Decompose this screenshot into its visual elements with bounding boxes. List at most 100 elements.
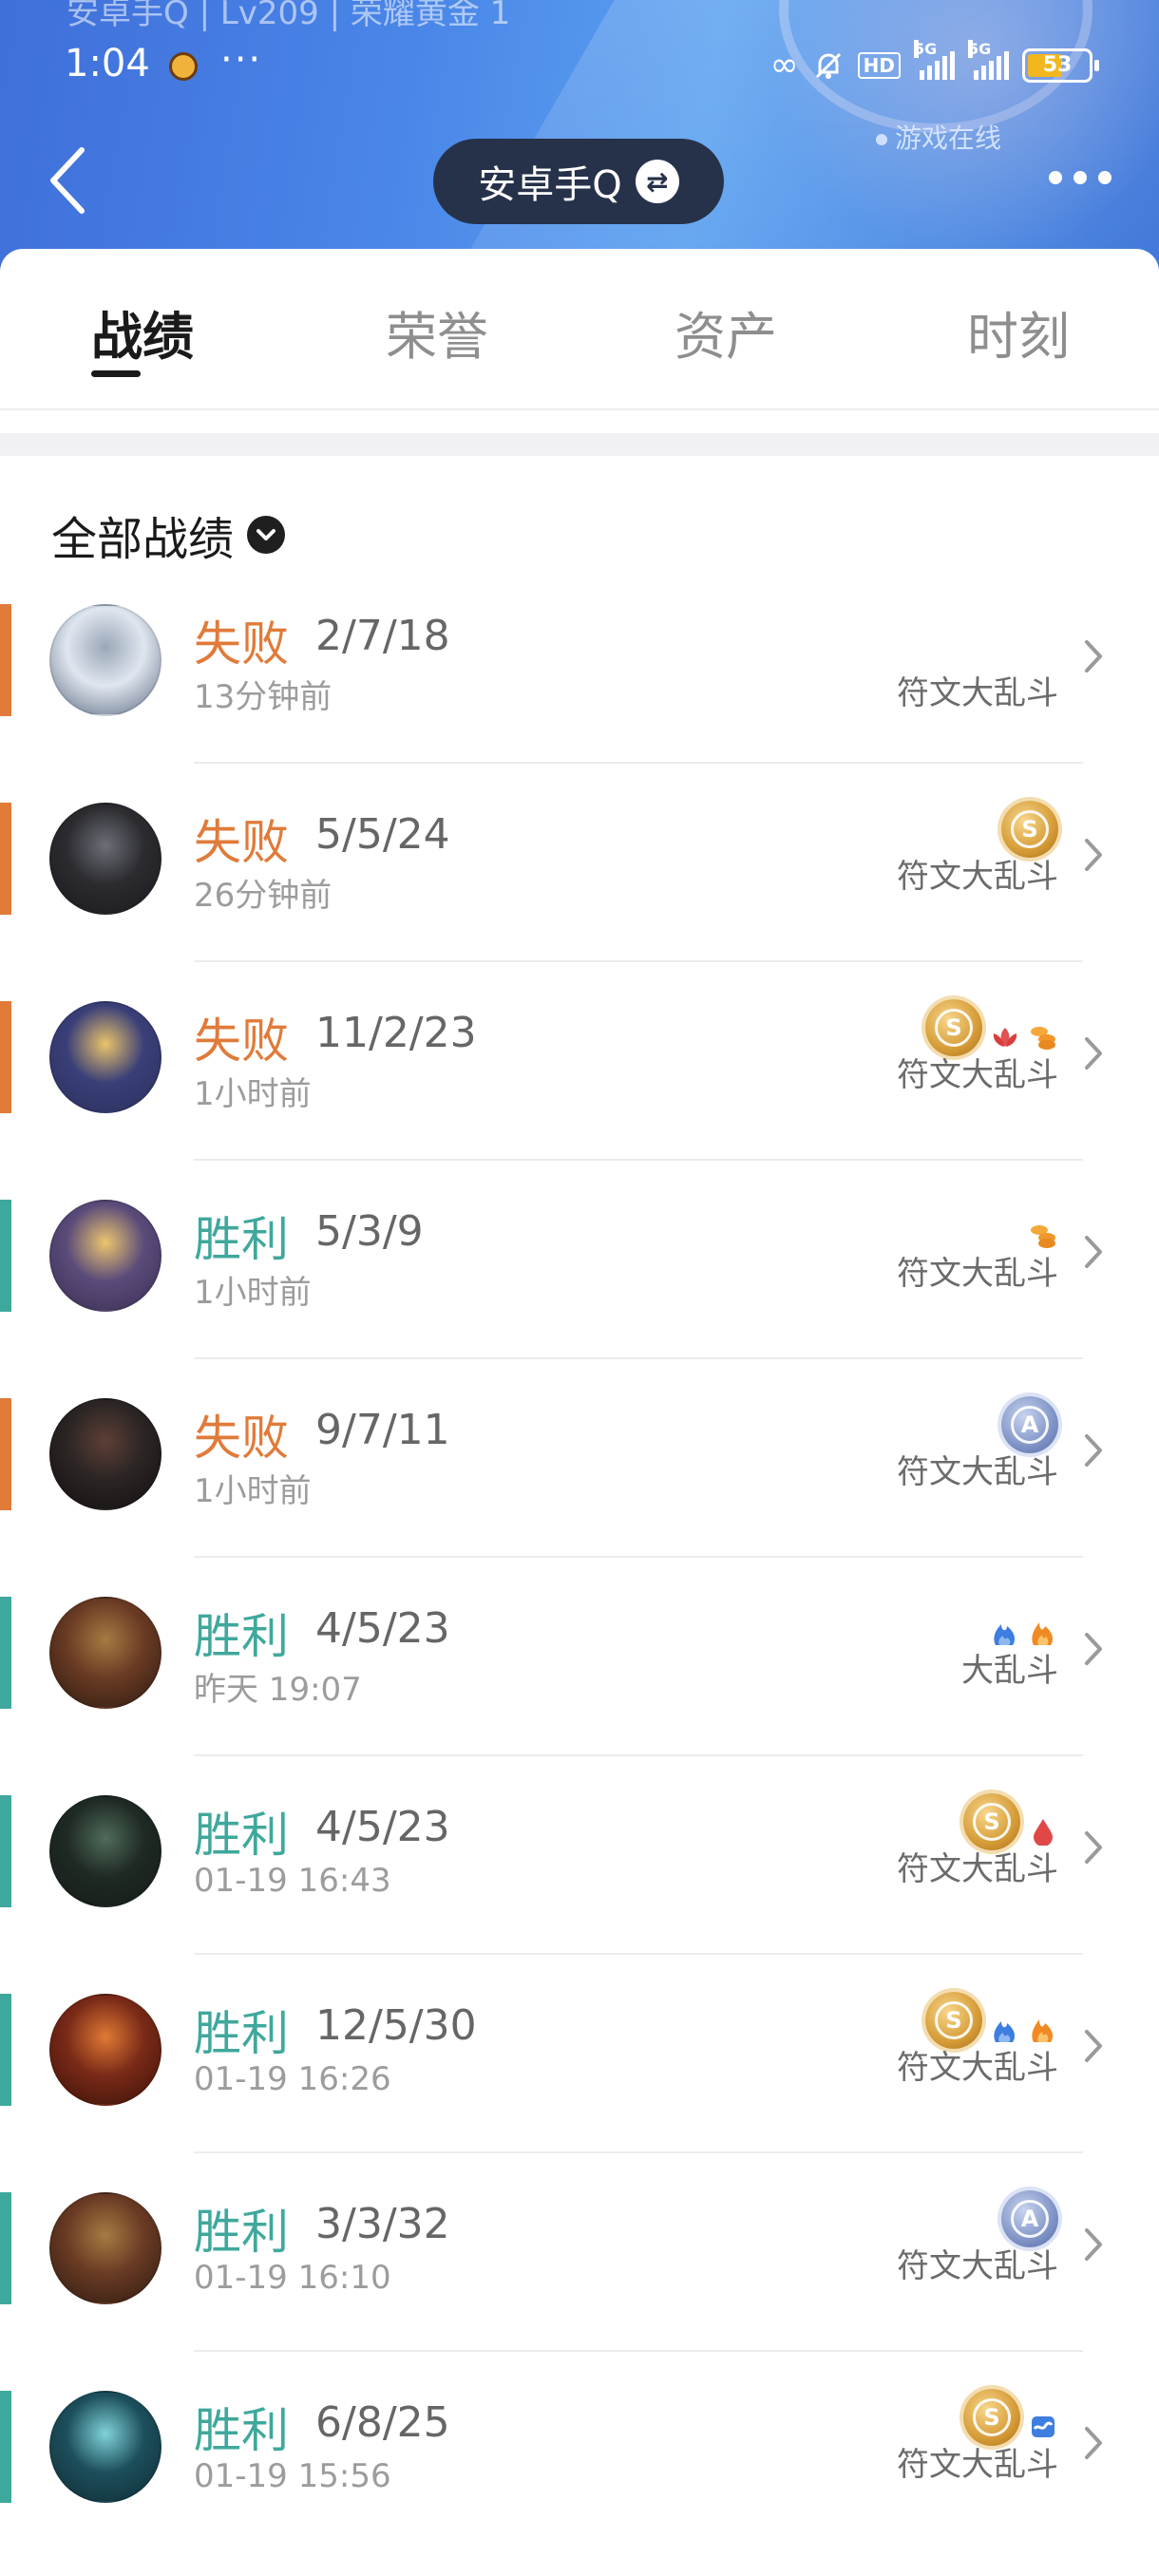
match-time: 昨天 19:07: [194, 1671, 362, 1709]
hero-avatar: [49, 2192, 162, 2304]
match-row[interactable]: 胜利 4/5/23 昨天 19:07 大乱斗: [0, 1597, 1159, 1795]
match-badges: [990, 1583, 1058, 1652]
match-mode: 符文大乱斗: [897, 1056, 1058, 1094]
status-time: 1:04: [65, 42, 150, 85]
tab-bar: 战绩 荣誉 资产 时刻: [0, 249, 1159, 410]
mvp-medal-s-icon: S: [925, 999, 982, 1056]
match-result: 胜利: [194, 2205, 289, 2260]
result-indicator-bar: [0, 1597, 11, 1709]
match-badges: S: [963, 2377, 1058, 2446]
result-indicator-bar: [0, 2391, 11, 2503]
result-indicator-bar: [0, 1200, 11, 1312]
hero-avatar: [49, 803, 162, 915]
result-indicator-bar: [0, 803, 11, 915]
match-kda: 9/7/11: [315, 1406, 450, 1454]
result-indicator-bar: [0, 2192, 11, 2304]
link-icon: ∞: [770, 46, 799, 85]
medal-a-icon: A: [1001, 1396, 1058, 1453]
header-banner: 安卓手Q | Lv209 | 荣耀黄金 1 1:04 ··· ∞ HD 5G 5…: [0, 0, 1159, 285]
match-result: 胜利: [194, 1808, 289, 1863]
match-mode: 符文大乱斗: [897, 1850, 1058, 1888]
match-row[interactable]: 胜利 12/5/30 01-19 16:26 S 符文大乱斗: [0, 1992, 1159, 2192]
match-time: 26分钟前: [194, 877, 332, 915]
match-result: 胜利: [194, 1212, 289, 1267]
online-dot-icon: [876, 134, 887, 145]
match-row[interactable]: 失败 2/7/18 13分钟前 符文大乱斗: [0, 604, 1159, 803]
match-time: 1小时前: [194, 1472, 312, 1510]
account-switch-pill[interactable]: 安卓手Q ⇄: [433, 139, 724, 224]
match-kda: 3/3/32: [315, 2200, 450, 2248]
match-result: 失败: [194, 1013, 289, 1069]
match-result: 失败: [194, 616, 289, 672]
match-badges: S: [963, 1782, 1058, 1850]
hd-voice-icon: HD: [857, 51, 901, 79]
match-result: 失败: [194, 1411, 289, 1466]
hero-avatar: [49, 1398, 162, 1510]
signal-5g-icon: 5G: [914, 39, 955, 80]
back-arrow-icon[interactable]: [44, 142, 91, 218]
match-time: 01-19 15:56: [194, 2457, 391, 2495]
chevron-right-icon: [1085, 1037, 1102, 1070]
row-divider: [194, 1357, 1083, 1359]
tab-indicator: [91, 370, 141, 377]
online-status: 游戏在线: [876, 118, 1001, 156]
tab-honor[interactable]: 荣誉: [386, 294, 488, 369]
match-time: 13分钟前: [194, 678, 332, 716]
row-divider: [194, 1159, 1083, 1161]
hero-avatar: [49, 1200, 162, 1312]
match-badges: S: [925, 988, 1058, 1056]
chevron-right-icon: [1085, 1831, 1102, 1864]
chevron-right-icon: [1085, 640, 1102, 672]
match-row[interactable]: 失败 9/7/11 1小时前 A 符文大乱斗: [0, 1396, 1159, 1597]
player-info-text: 安卓手Q | Lv209 | 荣耀黄金 1: [66, 0, 511, 32]
match-row[interactable]: 失败 5/5/24 26分钟前 S 符文大乱斗: [0, 801, 1159, 1001]
chevron-right-icon: [1085, 1434, 1102, 1467]
chevron-right-icon: [1085, 2228, 1102, 2261]
hero-avatar: [49, 2391, 162, 2503]
more-options-icon[interactable]: [1049, 171, 1112, 184]
match-kda: 6/8/25: [315, 2398, 450, 2447]
result-indicator-bar: [0, 604, 11, 716]
match-kda: 5/3/9: [315, 1207, 424, 1256]
tab-record[interactable]: 战绩: [91, 294, 194, 369]
match-kda: 4/5/23: [315, 1803, 450, 1851]
match-badges: [1028, 1186, 1058, 1255]
chevron-right-icon: [1085, 839, 1102, 871]
bell-muted-icon: [815, 52, 841, 79]
status-more-icon: ···: [220, 38, 263, 82]
match-mode: 符文大乱斗: [897, 2247, 1058, 2285]
hero-avatar: [49, 1001, 162, 1113]
row-divider: [194, 2151, 1083, 2153]
tab-assets[interactable]: 资产: [674, 294, 777, 369]
mvp-medal-s-icon: S: [925, 1992, 982, 2049]
match-kda: 12/5/30: [315, 2001, 477, 2050]
chevron-right-icon: [1085, 2427, 1102, 2459]
signal-5g-icon-2: 5G: [968, 39, 1009, 80]
match-filter-dropdown[interactable]: 全部战绩: [51, 502, 286, 568]
row-divider: [194, 1953, 1083, 1955]
match-mode: 符文大乱斗: [897, 1453, 1058, 1491]
swap-icon: ⇄: [635, 160, 679, 203]
match-list: 失败 2/7/18 13分钟前 符文大乱斗 失败 5/5/24 26分钟前 S 符文大乱斗 失败 1…: [0, 604, 1159, 2576]
match-result: 胜利: [194, 1609, 289, 1664]
account-title: 安卓手Q: [478, 163, 622, 207]
mvp-medal-s-icon: S: [1001, 801, 1058, 858]
match-kda: 4/5/23: [315, 1604, 450, 1653]
match-mode: 符文大乱斗: [897, 2446, 1058, 2484]
chevron-right-icon: [1085, 1633, 1102, 1665]
row-divider: [194, 1556, 1083, 1558]
chevron-right-icon: [1085, 2030, 1102, 2062]
tab-moments[interactable]: 时刻: [967, 294, 1070, 369]
mvp-medal-s-icon: S: [963, 2389, 1020, 2446]
result-indicator-bar: [0, 1795, 11, 1907]
match-row[interactable]: 胜利 6/8/25 01-19 15:56 S 符文大乱斗: [0, 2389, 1159, 2576]
row-divider: [194, 1754, 1083, 1756]
match-row[interactable]: 胜利 4/5/23 01-19 16:43 S 符文大乱斗: [0, 1793, 1159, 1994]
battery-icon: 53: [1022, 47, 1099, 83]
hero-avatar: [49, 1795, 162, 1907]
match-row[interactable]: 胜利 5/3/9 1小时前 符文大乱斗: [0, 1200, 1159, 1398]
match-row[interactable]: 失败 11/2/23 1小时前 S 符文大乱斗: [0, 999, 1159, 1200]
match-mode: 符文大乱斗: [897, 858, 1058, 896]
match-result: 失败: [194, 815, 289, 870]
match-row[interactable]: 胜利 3/3/32 01-19 16:10 A 符文大乱斗: [0, 2190, 1159, 2391]
